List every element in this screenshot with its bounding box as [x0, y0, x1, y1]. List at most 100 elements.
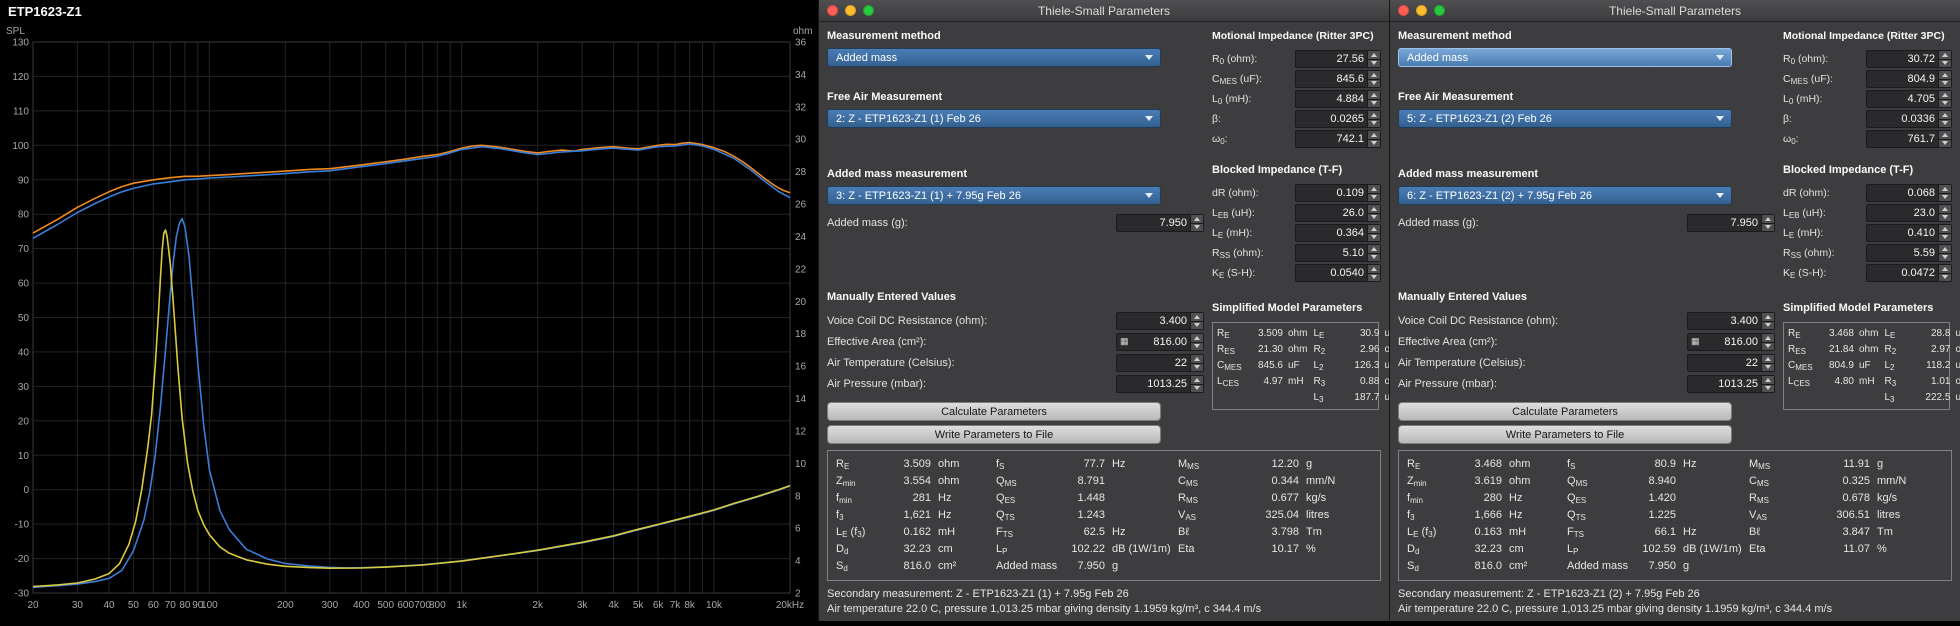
spinner-up-button[interactable] — [1191, 215, 1203, 223]
area-calculator-icon[interactable]: ▦ — [1117, 334, 1129, 350]
spinner-up-button[interactable] — [1368, 245, 1380, 253]
added-mass-input[interactable]: 7.950 — [1116, 214, 1204, 232]
spinner-up-button[interactable] — [1939, 185, 1951, 193]
spinner-down-button[interactable] — [1939, 118, 1951, 127]
spinner-up-button[interactable] — [1368, 111, 1380, 119]
spinner-down-button[interactable] — [1762, 341, 1774, 350]
cmes-input[interactable]: 845.6 — [1295, 70, 1381, 88]
le-input[interactable]: 0.364 — [1295, 224, 1381, 242]
spinner-up-button[interactable] — [1368, 185, 1380, 193]
omega0-input[interactable]: 761.7 — [1866, 130, 1952, 148]
spinner-down-button[interactable] — [1939, 272, 1951, 281]
spinner-up-button[interactable] — [1939, 51, 1951, 59]
measurement-chart[interactable]: 1301201101009080706050403020100-10-20-30… — [0, 0, 818, 621]
calculate-parameters-button[interactable]: Calculate Parameters — [827, 402, 1161, 421]
added-mass-measurement-select[interactable]: 3: Z - ETP1623-Z1 (1) + 7.95g Feb 26 — [827, 186, 1161, 205]
spinner-up-button[interactable] — [1939, 245, 1951, 253]
added-mass-input[interactable]: 7.950 — [1687, 214, 1775, 232]
l0-input[interactable]: 4.705 — [1866, 90, 1952, 108]
spinner-up-button[interactable] — [1939, 71, 1951, 79]
air-temperature-input[interactable]: 22 — [1687, 354, 1775, 372]
close-button[interactable] — [1398, 5, 1409, 16]
effective-area-input[interactable]: ▦ 816.00 — [1687, 333, 1775, 351]
spinner-down-button[interactable] — [1368, 232, 1380, 241]
measurement-method-select[interactable]: Added mass — [1398, 48, 1732, 67]
write-parameters-button[interactable]: Write Parameters to File — [1398, 425, 1732, 444]
added-mass-measurement-select[interactable]: 6: Z - ETP1623-Z1 (2) + 7.95g Feb 26 — [1398, 186, 1732, 205]
dr-input[interactable]: 0.109 — [1295, 184, 1381, 202]
calculate-parameters-button[interactable]: Calculate Parameters — [1398, 402, 1732, 421]
le-input[interactable]: 0.410 — [1866, 224, 1952, 242]
ke-input[interactable]: 0.0540 — [1295, 264, 1381, 282]
rss-input[interactable]: 5.10 — [1295, 244, 1381, 262]
spinner-down-button[interactable] — [1191, 341, 1203, 350]
spinner-down-button[interactable] — [1191, 222, 1203, 231]
spinner-up-button[interactable] — [1762, 376, 1774, 384]
spinner-up-button[interactable] — [1368, 131, 1380, 139]
spinner-up-button[interactable] — [1762, 313, 1774, 321]
minimize-button[interactable] — [845, 5, 856, 16]
area-calculator-icon[interactable]: ▦ — [1688, 334, 1700, 350]
minimize-button[interactable] — [1416, 5, 1427, 16]
r0-input[interactable]: 27.56 — [1295, 50, 1381, 68]
l0-input[interactable]: 4.884 — [1295, 90, 1381, 108]
spinner-up-button[interactable] — [1191, 355, 1203, 363]
omega0-input[interactable]: 742.1 — [1295, 130, 1381, 148]
cmes-input[interactable]: 804.9 — [1866, 70, 1952, 88]
spinner-down-button[interactable] — [1368, 192, 1380, 201]
ke-input[interactable]: 0.0472 — [1866, 264, 1952, 282]
spinner-up-button[interactable] — [1939, 91, 1951, 99]
spinner-down-button[interactable] — [1368, 212, 1380, 221]
free-air-measurement-select[interactable]: 5: Z - ETP1623-Z1 (2) Feb 26 — [1398, 109, 1732, 128]
leb-input[interactable]: 23.0 — [1866, 204, 1952, 222]
spinner-down-button[interactable] — [1191, 362, 1203, 371]
zoom-button[interactable] — [863, 5, 874, 16]
spinner-down-button[interactable] — [1368, 78, 1380, 87]
spinner-down-button[interactable] — [1939, 192, 1951, 201]
spinner-down-button[interactable] — [1762, 320, 1774, 329]
beta-input[interactable]: 0.0265 — [1295, 110, 1381, 128]
spinner-down-button[interactable] — [1762, 383, 1774, 392]
spinner-up-button[interactable] — [1368, 71, 1380, 79]
leb-input[interactable]: 26.0 — [1295, 204, 1381, 222]
spinner-up-button[interactable] — [1191, 334, 1203, 342]
spinner-down-button[interactable] — [1939, 252, 1951, 261]
air-pressure-input[interactable]: 1013.25 — [1687, 375, 1775, 393]
measurement-method-select[interactable]: Added mass — [827, 48, 1161, 67]
spinner-up-button[interactable] — [1368, 91, 1380, 99]
free-air-measurement-select[interactable]: 2: Z - ETP1623-Z1 (1) Feb 26 — [827, 109, 1161, 128]
r0-input[interactable]: 30.72 — [1866, 50, 1952, 68]
write-parameters-button[interactable]: Write Parameters to File — [827, 425, 1161, 444]
spinner-up-button[interactable] — [1368, 51, 1380, 59]
spinner-up-button[interactable] — [1762, 334, 1774, 342]
window-titlebar[interactable]: Thiele-Small Parameters — [1390, 0, 1960, 22]
spinner-up-button[interactable] — [1368, 265, 1380, 273]
spinner-up-button[interactable] — [1368, 225, 1380, 233]
spinner-down-button[interactable] — [1368, 98, 1380, 107]
spinner-up-button[interactable] — [1762, 215, 1774, 223]
spinner-down-button[interactable] — [1191, 383, 1203, 392]
spinner-down-button[interactable] — [1368, 58, 1380, 67]
spinner-down-button[interactable] — [1762, 222, 1774, 231]
spinner-up-button[interactable] — [1939, 265, 1951, 273]
air-temperature-input[interactable]: 22 — [1116, 354, 1204, 372]
spinner-up-button[interactable] — [1939, 131, 1951, 139]
air-pressure-input[interactable]: 1013.25 — [1116, 375, 1204, 393]
spinner-down-button[interactable] — [1939, 98, 1951, 107]
spinner-up-button[interactable] — [1368, 205, 1380, 213]
spinner-down-button[interactable] — [1368, 252, 1380, 261]
spinner-up-button[interactable] — [1939, 225, 1951, 233]
spinner-down-button[interactable] — [1939, 78, 1951, 87]
voice-coil-resistance-input[interactable]: 3.400 — [1687, 312, 1775, 330]
zoom-button[interactable] — [1434, 5, 1445, 16]
spinner-down-button[interactable] — [1939, 232, 1951, 241]
rss-input[interactable]: 5.59 — [1866, 244, 1952, 262]
spinner-down-button[interactable] — [1368, 138, 1380, 147]
dr-input[interactable]: 0.068 — [1866, 184, 1952, 202]
spinner-down-button[interactable] — [1939, 212, 1951, 221]
window-titlebar[interactable]: Thiele-Small Parameters — [819, 0, 1389, 22]
spinner-down-button[interactable] — [1368, 118, 1380, 127]
beta-input[interactable]: 0.0336 — [1866, 110, 1952, 128]
voice-coil-resistance-input[interactable]: 3.400 — [1116, 312, 1204, 330]
spinner-up-button[interactable] — [1191, 313, 1203, 321]
